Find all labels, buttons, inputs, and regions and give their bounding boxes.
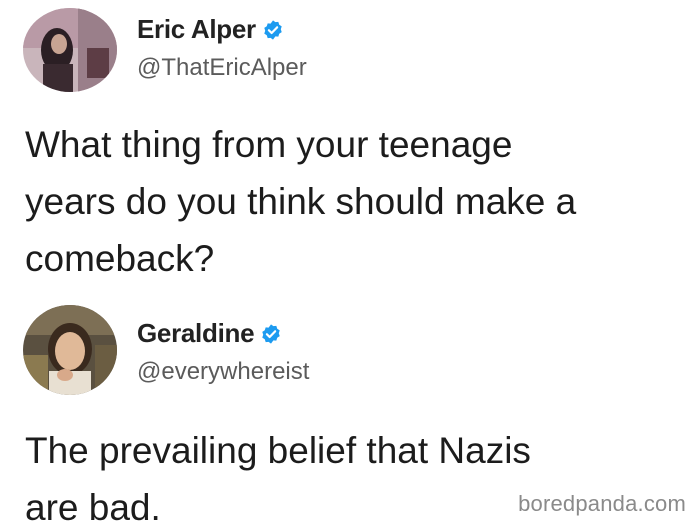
author-name-row: Eric Alper bbox=[137, 14, 284, 45]
display-name[interactable]: Geraldine bbox=[137, 318, 255, 349]
watermark: boredpanda.com bbox=[518, 491, 686, 516]
tweet-text-line: comeback? bbox=[25, 238, 215, 279]
display-name[interactable]: Eric Alper bbox=[137, 14, 256, 45]
verified-badge-icon bbox=[260, 323, 282, 345]
tweet-text-line: are bad. bbox=[25, 487, 161, 528]
tweet-text-line: years do you think should make a bbox=[25, 181, 577, 222]
avatar-eric-alper[interactable] bbox=[23, 8, 117, 92]
tweet-text-line: What thing from your teenage bbox=[25, 124, 513, 165]
tweet-text: What thing from your teenage years do yo… bbox=[25, 116, 685, 287]
tweet-text-line: The prevailing belief that Nazis bbox=[25, 430, 531, 471]
author-name-row: Geraldine bbox=[137, 318, 282, 349]
verified-badge-icon bbox=[262, 19, 284, 41]
handle[interactable]: @everywhereist bbox=[137, 358, 309, 386]
avatar-geraldine[interactable] bbox=[23, 305, 117, 395]
handle[interactable]: @ThatEricAlper bbox=[137, 54, 307, 82]
